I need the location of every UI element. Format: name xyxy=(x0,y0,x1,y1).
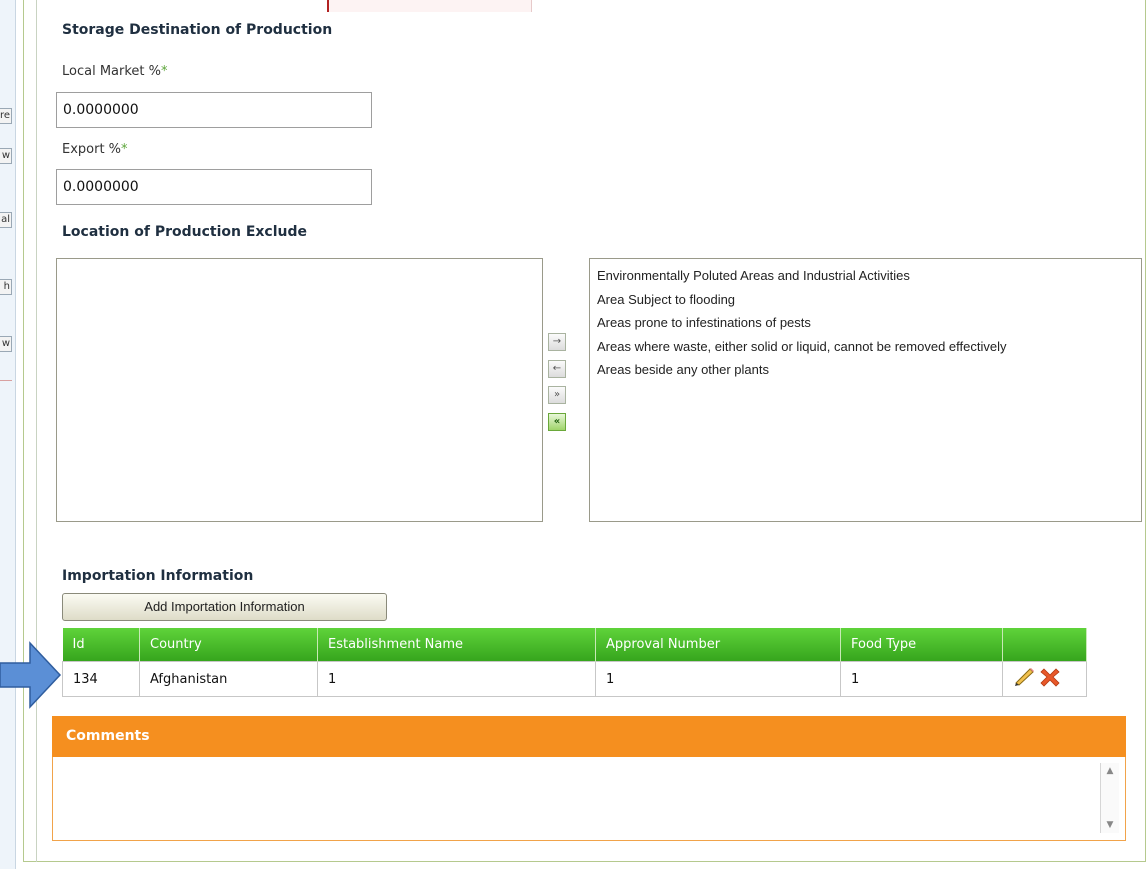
left-sidebar-fragment: re w al h w xyxy=(0,0,16,869)
cell-establishment: 1 xyxy=(317,661,596,697)
table-row[interactable]: 134 Afghanistan 1 1 1 xyxy=(62,661,1087,697)
cell-actions xyxy=(1002,661,1087,697)
move-all-left-button[interactable]: « xyxy=(548,413,566,431)
left-strip-button[interactable]: re xyxy=(0,108,12,124)
storage-destination-title: Storage Destination of Production xyxy=(62,22,333,38)
left-strip-button[interactable]: al xyxy=(0,212,12,228)
required-marker: * xyxy=(121,142,128,157)
location-exclude-title: Location of Production Exclude xyxy=(62,224,308,240)
divider xyxy=(0,380,12,381)
local-market-label: Local Market %* xyxy=(62,64,168,79)
comments-panel: Comments ▲ ▼ xyxy=(52,716,1126,841)
list-item[interactable]: Environmentally Poluted Areas and Indust… xyxy=(590,264,1141,288)
cell-country: Afghanistan xyxy=(139,661,318,697)
column-header-actions xyxy=(1002,628,1087,662)
list-item[interactable]: Area Subject to flooding xyxy=(590,288,1141,312)
comments-scrollbar[interactable]: ▲ ▼ xyxy=(1100,763,1119,833)
left-strip-button[interactable]: w xyxy=(0,148,12,164)
delete-x-icon[interactable] xyxy=(1040,667,1060,691)
pointer-arrow xyxy=(0,641,62,709)
panel-divider xyxy=(36,0,37,862)
list-item[interactable]: Areas beside any other plants xyxy=(590,358,1141,382)
required-marker: * xyxy=(161,64,168,79)
selected-locations-list[interactable] xyxy=(56,258,543,522)
comments-header: Comments xyxy=(52,716,1126,757)
importation-title: Importation Information xyxy=(62,568,254,584)
comments-textarea[interactable]: ▲ ▼ xyxy=(52,757,1126,841)
column-header-approval[interactable]: Approval Number xyxy=(595,628,841,662)
importation-table: Id Country Establishment Name Approval N… xyxy=(62,628,1087,697)
move-all-right-button[interactable]: » xyxy=(548,386,566,404)
column-header-country[interactable]: Country xyxy=(139,628,318,662)
left-strip-button[interactable]: h xyxy=(0,279,12,295)
cell-approval: 1 xyxy=(595,661,841,697)
export-label: Export %* xyxy=(62,142,128,157)
export-input[interactable]: 0.0000000 xyxy=(56,169,372,205)
list-item[interactable]: Areas where waste, either solid or liqui… xyxy=(590,335,1141,359)
top-tab-fragment xyxy=(327,0,532,12)
add-importation-button[interactable]: Add Importation Information xyxy=(62,593,387,621)
column-header-establishment[interactable]: Establishment Name xyxy=(317,628,596,662)
available-locations-list[interactable]: Environmentally Poluted Areas and Indust… xyxy=(589,258,1142,522)
left-strip-button[interactable]: w xyxy=(0,336,12,352)
move-left-button[interactable]: ← xyxy=(548,360,566,378)
move-right-button[interactable]: → xyxy=(548,333,566,351)
scroll-down-icon[interactable]: ▼ xyxy=(1101,817,1119,833)
pencil-icon[interactable] xyxy=(1013,668,1035,690)
list-item[interactable]: Areas prone to infestinations of pests xyxy=(590,311,1141,335)
local-market-input[interactable]: 0.0000000 xyxy=(56,92,372,128)
scroll-up-icon[interactable]: ▲ xyxy=(1101,763,1119,779)
table-header-row: Id Country Establishment Name Approval N… xyxy=(62,628,1087,662)
column-header-food-type[interactable]: Food Type xyxy=(840,628,1003,662)
cell-food-type: 1 xyxy=(840,661,1003,697)
